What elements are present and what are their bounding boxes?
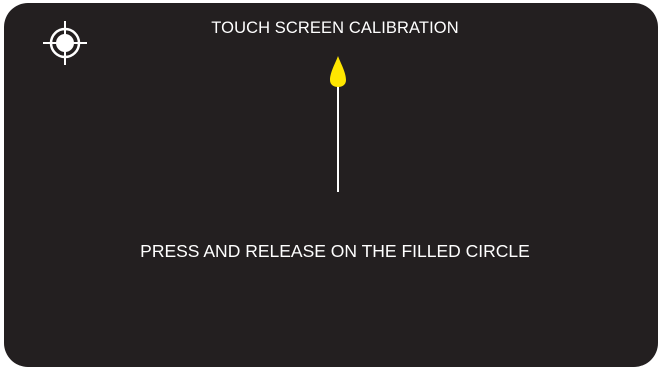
instruction-text: PRESS AND RELEASE ON THE FILLED CIRCLE bbox=[140, 241, 530, 261]
page-title: TOUCH SCREEN CALIBRATION bbox=[211, 19, 459, 37]
up-arrow-icon bbox=[330, 56, 346, 192]
calibration-screen: TOUCH SCREEN CALIBRATION PRESS AND RELEA… bbox=[4, 3, 658, 367]
